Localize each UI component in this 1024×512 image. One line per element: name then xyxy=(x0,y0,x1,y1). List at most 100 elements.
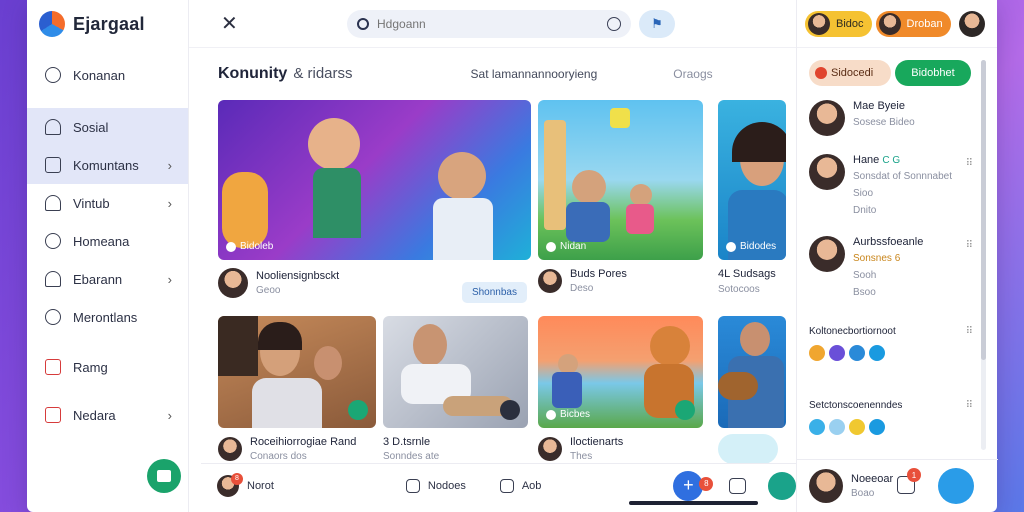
video-card[interactable]: Bidodes 4L Sudsags Sotocoos xyxy=(718,100,786,295)
list-item[interactable]: Mae Byeie Sosese Bideo xyxy=(809,100,977,154)
right-panel: Bidoc Droban Sidocedi Bidobhet Mae Byeie… xyxy=(796,0,998,512)
store-fab-button[interactable] xyxy=(147,459,181,493)
square-icon xyxy=(45,157,61,173)
portrait-thumb[interactable]: Bidodes xyxy=(718,100,786,260)
sidebar-item-komuntans[interactable]: Komuntans › xyxy=(27,146,188,184)
emoji-icon[interactable] xyxy=(849,345,865,361)
plus-fab[interactable]: + 8 xyxy=(673,470,714,501)
emoji-icon[interactable] xyxy=(829,345,845,361)
video-card[interactable]: Nidan Buds Pores Deso xyxy=(538,100,703,294)
more-icon[interactable]: ⠿ xyxy=(966,158,973,169)
tab-bidobhet[interactable]: Bidobhet xyxy=(895,60,971,86)
card-title[interactable]: 3 D.tsrnle xyxy=(383,436,439,448)
emoji-icon[interactable] xyxy=(829,419,845,435)
sidebar-item-konanan[interactable]: Konanan xyxy=(27,56,188,94)
section-header: Konunity & ridarss Sat lamannannooryieng… xyxy=(189,48,796,100)
scrollbar[interactable] xyxy=(981,60,986,450)
clock-icon xyxy=(45,233,61,249)
card-title[interactable]: 4L Sudsags xyxy=(718,268,776,280)
notification-badge: 8 xyxy=(231,472,243,485)
list-item[interactable]: Hane C G Sonsdat of Sonnnabet Sioo Dnito… xyxy=(809,154,977,236)
card-title[interactable]: Roceihiorrogiae Rand xyxy=(250,436,356,448)
search-bar[interactable] xyxy=(347,9,631,38)
game-thumb[interactable] xyxy=(218,316,376,428)
square-red-icon xyxy=(45,407,61,423)
sidebar-item-nedara[interactable]: Nedara › xyxy=(27,396,188,434)
video-card[interactable]: Bidoleb Nooliensignbsckt Geoo Shonnbas xyxy=(218,100,531,303)
person-sub-3: Bsoo xyxy=(853,287,876,298)
sidebar-item-sosial[interactable]: Sosial xyxy=(27,108,188,146)
sidebar-item-ebarann[interactable]: Ebarann › xyxy=(27,260,188,298)
video-card[interactable] xyxy=(718,316,786,464)
bottom-item-norot[interactable]: 8 Norot xyxy=(217,472,274,497)
music-play-thumb[interactable]: Bidoleb xyxy=(218,100,531,260)
section-filter-2[interactable]: Oraogs xyxy=(673,67,712,81)
video-card[interactable]: Roceihiorrogiae Rand Conaors dos xyxy=(218,316,376,462)
filter-button[interactable]: ⚑ xyxy=(639,9,675,38)
card-title[interactable]: Nooliensignbsckt xyxy=(256,270,339,282)
park-guitar-thumb[interactable]: Nidan xyxy=(538,100,703,260)
sidebar-item-label: Merontlans xyxy=(73,309,138,325)
sidebar-item-ramg[interactable]: Ramg xyxy=(27,348,188,386)
share-icon[interactable] xyxy=(500,400,520,420)
square-red-icon xyxy=(45,359,61,375)
couch-thumb[interactable] xyxy=(383,316,528,428)
emoji-icon[interactable] xyxy=(809,419,825,435)
history-icon[interactable] xyxy=(607,16,621,31)
compose-fab-button[interactable] xyxy=(938,468,974,504)
reaction-group: Koltonecbortiornoot ⠿ xyxy=(809,326,977,400)
sidebar-item-merontlans[interactable]: Merontlans xyxy=(27,298,188,336)
user-chip[interactable]: Droban xyxy=(875,10,951,37)
sidebar-item-vintub[interactable]: Vintub › xyxy=(27,184,188,222)
more-icon[interactable]: ⠿ xyxy=(966,400,973,411)
card-meta: Iloctienarts Thes xyxy=(538,436,703,462)
avatar[interactable] xyxy=(218,268,248,298)
card-title[interactable]: Iloctienarts xyxy=(570,436,623,448)
profile-avatar[interactable] xyxy=(958,10,985,37)
person-name: Hane xyxy=(853,154,880,166)
person-sub-2: Sioo xyxy=(853,188,874,199)
sidebar-item-homeana[interactable]: Homeana xyxy=(27,222,188,260)
avatar[interactable] xyxy=(809,469,843,503)
emoji-icon[interactable] xyxy=(809,345,825,361)
store-icon xyxy=(157,470,171,482)
chevron-right-icon: › xyxy=(167,407,172,423)
list-icon[interactable] xyxy=(729,477,746,494)
chevron-right-icon: › xyxy=(167,195,172,211)
share-icon[interactable] xyxy=(348,400,368,420)
avatar xyxy=(878,12,901,35)
emoji-icon[interactable] xyxy=(849,419,865,435)
avatar-button[interactable] xyxy=(767,471,796,500)
emoji-icon[interactable] xyxy=(869,345,885,361)
more-icon[interactable]: ⠿ xyxy=(966,240,973,251)
person-sub: Sonsdat of Sonnnabet xyxy=(853,171,952,182)
brand[interactable]: Ejargaal xyxy=(27,0,188,48)
bottom-item-aob[interactable]: Aob xyxy=(499,478,541,493)
tab-sidocedi[interactable]: Sidocedi xyxy=(809,60,891,86)
guitar-man-thumb[interactable] xyxy=(718,316,786,428)
avatar[interactable] xyxy=(538,269,562,293)
share-icon[interactable] xyxy=(675,400,695,420)
section-title: Konunity xyxy=(218,65,288,82)
status-badge[interactable]: Shonnbas xyxy=(461,282,527,303)
card-title[interactable]: Buds Pores xyxy=(570,268,627,280)
list-item[interactable]: Aurbssfoeanle Sonsnes 6 Sooh Bsoo ⠿ xyxy=(809,236,977,326)
video-card[interactable]: 3 D.tsrnle Sonndes ate xyxy=(383,316,528,462)
bottom-item-label: Nodoes xyxy=(427,479,466,492)
card-meta: 4L Sudsags Sotocoos xyxy=(718,268,786,295)
thumb-badge: Bidodes xyxy=(726,241,776,252)
avatar[interactable] xyxy=(718,434,778,464)
bottom-item-nodoes[interactable]: Nodoes xyxy=(405,478,466,493)
main-content: ✕ ⚑ Konunity & ridarss Sat lamannannoory… xyxy=(189,0,796,512)
search-input[interactable] xyxy=(377,16,599,31)
avatar[interactable] xyxy=(538,437,562,461)
cartoon-thumb[interactable]: Bicbes xyxy=(538,316,703,428)
emoji-icon[interactable] xyxy=(869,419,885,435)
section-filter[interactable]: Sat lamannannooryieng xyxy=(471,67,598,81)
avatar[interactable] xyxy=(218,437,242,461)
more-icon[interactable]: ⠿ xyxy=(966,326,973,337)
scrollbar-thumb[interactable] xyxy=(981,60,986,360)
video-card[interactable]: Bicbes Iloctienarts Thes xyxy=(538,316,703,462)
user-chip[interactable]: Bidoc xyxy=(805,10,872,37)
close-icon[interactable]: ✕ xyxy=(221,11,241,36)
